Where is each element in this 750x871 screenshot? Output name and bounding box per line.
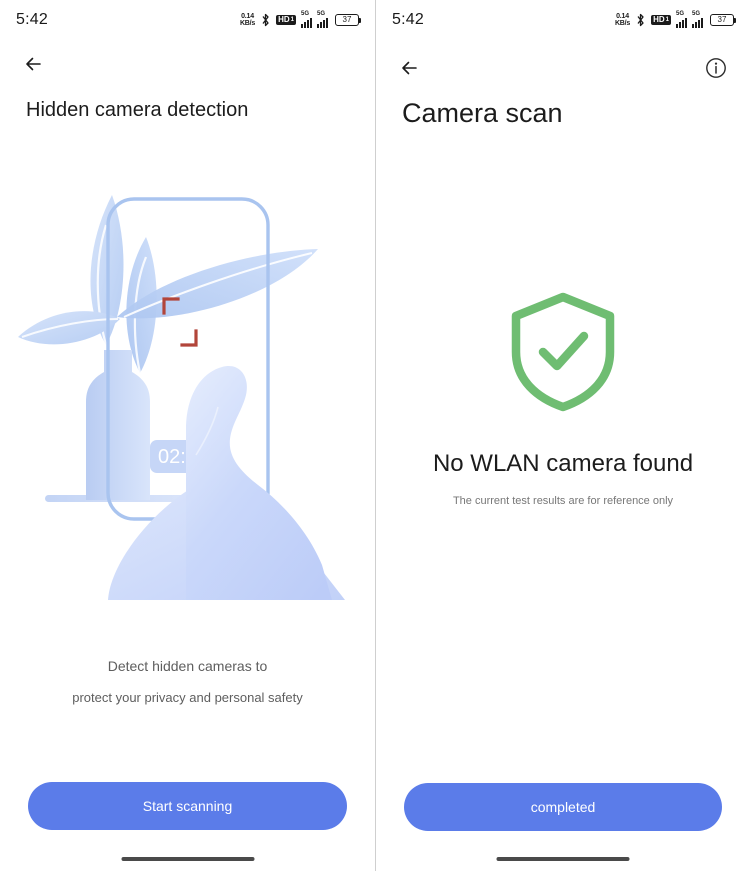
- hidden-camera-illustration: 02:36: [0, 185, 375, 615]
- page-title: Camera scan: [402, 98, 563, 128]
- bluetooth-icon: [260, 13, 271, 27]
- screen-camera-scan-result: 5:42 0.14 KB/s HD 1 5G 5G 37 Camera scan…: [375, 0, 750, 871]
- scan-result-subtitle: The current test results are for referen…: [452, 495, 674, 507]
- status-bar-clock: 5:42: [16, 11, 48, 28]
- battery-level-label: 37: [342, 15, 352, 24]
- status-bar-clock: 5:42: [392, 11, 424, 28]
- hd-voice-icon: HD 1: [651, 15, 671, 25]
- info-circle-icon[interactable]: [704, 56, 728, 80]
- dual-screenshot-container: 5:42 0.14 KB/s HD 1 5G 5G 37 Hidden came…: [0, 0, 750, 871]
- scan-result-title: No WLAN camera found: [432, 450, 694, 477]
- signal-generation-label-1: 5G: [301, 11, 310, 17]
- bluetooth-icon: [635, 13, 646, 27]
- scan-result-icon-wrapper: [376, 290, 750, 419]
- status-bar: 5:42 0.14 KB/s HD 1 5G 5G 37: [0, 0, 375, 40]
- hd-voice-icon: HD 1: [276, 15, 296, 25]
- navigation-bar-left: [0, 46, 375, 82]
- signal-generation-label-2: 5G: [317, 11, 326, 17]
- signal-icon-sim2: 5G: [317, 11, 328, 28]
- signal-generation-label-1: 5G: [676, 11, 685, 17]
- completed-button[interactable]: completed: [404, 783, 722, 831]
- caption-line-1: Detect hidden cameras to: [107, 658, 268, 674]
- status-bar-icons: 0.14 KB/s HD 1 5G 5G 37: [615, 11, 736, 28]
- shield-check-icon: [507, 290, 619, 419]
- hd-badge-sub: 1: [665, 17, 669, 23]
- back-arrow-icon[interactable]: [398, 55, 424, 81]
- signal-icon-sim2: 5G: [692, 11, 703, 28]
- hd-badge-sub: 1: [290, 17, 294, 23]
- network-speed-indicator: 0.14 KB/s: [615, 13, 630, 27]
- battery-icon: 37: [335, 14, 361, 26]
- network-speed-value: 0.14: [241, 13, 254, 20]
- home-indicator[interactable]: [121, 857, 254, 861]
- hd-badge-label: HD: [278, 15, 290, 24]
- signal-generation-label-2: 5G: [692, 11, 701, 17]
- home-indicator[interactable]: [496, 857, 630, 861]
- navigation-bar-right: [376, 50, 750, 86]
- page-title: Hidden camera detection: [26, 99, 249, 121]
- network-speed-unit: KB/s: [239, 20, 256, 27]
- battery-level-label: 37: [717, 15, 727, 24]
- network-speed-unit: KB/s: [614, 20, 631, 27]
- network-speed-indicator: 0.14 KB/s: [240, 13, 255, 27]
- battery-icon: 37: [710, 14, 736, 26]
- status-bar: 5:42 0.14 KB/s HD 1 5G 5G 37: [376, 0, 750, 40]
- caption-line-2: protect your privacy and personal safety: [72, 690, 303, 705]
- signal-icon-sim1: 5G: [676, 11, 687, 28]
- back-arrow-icon[interactable]: [22, 51, 48, 77]
- screen-hidden-camera-detection: 5:42 0.14 KB/s HD 1 5G 5G 37 Hidden came…: [0, 0, 375, 871]
- status-bar-icons: 0.14 KB/s HD 1 5G 5G 37: [240, 11, 361, 28]
- signal-icon-sim1: 5G: [301, 11, 312, 28]
- start-scanning-button[interactable]: Start scanning: [28, 782, 347, 830]
- network-speed-value: 0.14: [616, 13, 629, 20]
- hd-badge-label: HD: [653, 15, 665, 24]
